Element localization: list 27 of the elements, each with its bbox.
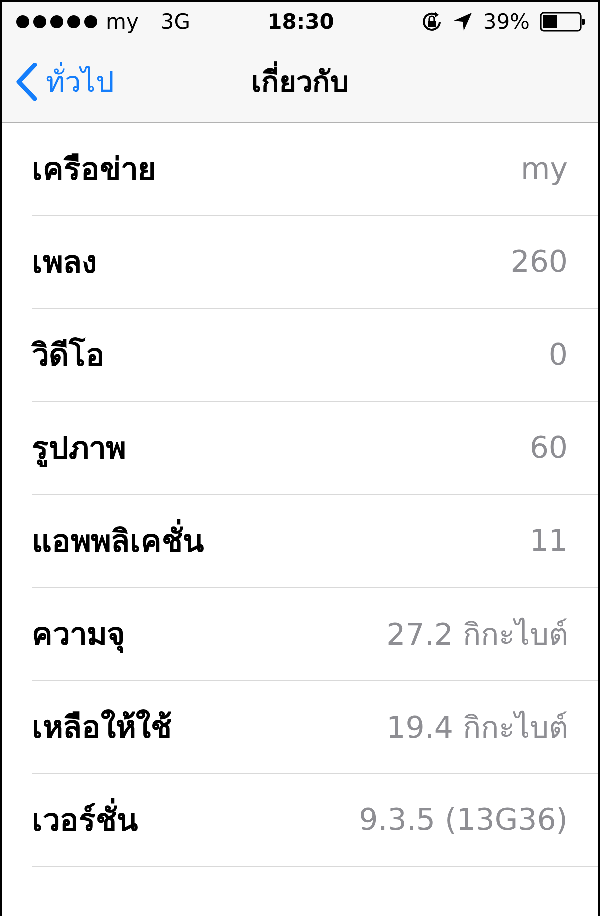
row-label: เครือข่าย [32, 151, 157, 190]
page-title: เกี่ยวกับ [252, 59, 348, 105]
row-label: เวอร์ชั่น [32, 795, 360, 845]
location-arrow-icon [453, 12, 474, 32]
network-type: 3G [160, 10, 191, 34]
row-value: my [521, 152, 568, 186]
chevron-left-icon [16, 63, 38, 101]
row-value: 11 [530, 524, 568, 558]
row-value: 27.2 กิกะไบต์ [386, 616, 568, 654]
row-value: 9.3.5 (13G36) [359, 802, 568, 838]
row-label: เหลือให้ใช้ [32, 708, 173, 748]
signal-icon [16, 15, 98, 29]
battery-icon [540, 12, 586, 32]
row-label: วิดีโอ [32, 336, 106, 376]
row-label: แอพพลิเคชั่น [32, 516, 530, 566]
row-value: 60 [530, 430, 568, 466]
battery-percentage: 39% [483, 10, 530, 34]
rotation-lock-icon [421, 11, 444, 33]
row-value: 0 [548, 338, 568, 372]
back-button[interactable]: ทั่วไป [16, 59, 114, 105]
row-label: ความจุ [32, 616, 126, 656]
row-label: รูปภาพ [32, 430, 127, 470]
row-value: 19.4 กิกะไบต์ [386, 710, 568, 748]
row-value: 260 [510, 244, 568, 280]
carrier-name: my [106, 10, 139, 34]
status-time: 18:30 [268, 10, 334, 34]
row-label: เพลง [32, 244, 98, 283]
